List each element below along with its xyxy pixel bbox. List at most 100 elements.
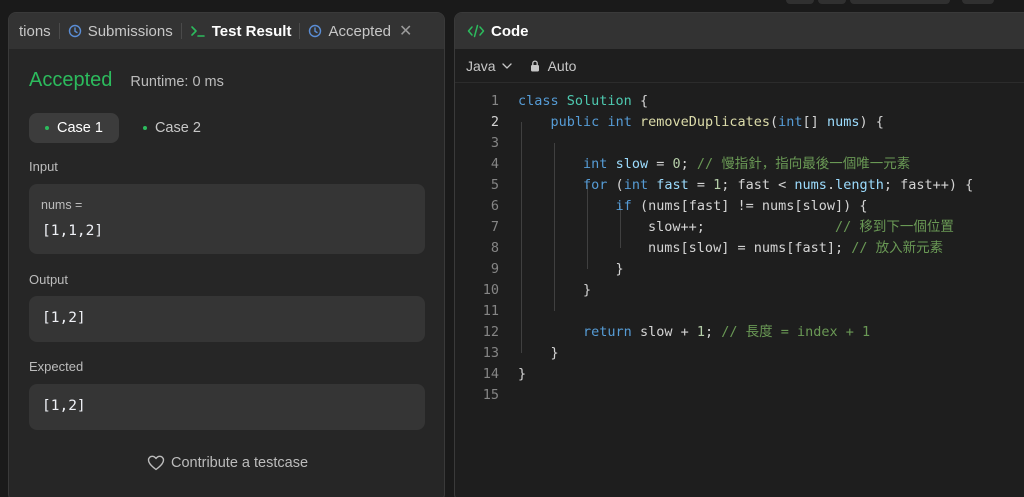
top-toolbar-button[interactable] bbox=[786, 0, 814, 4]
code-token: [] bbox=[802, 114, 827, 130]
code-token: . bbox=[826, 177, 836, 193]
line-number: 11 bbox=[482, 303, 499, 319]
code-token: // 放入新元素 bbox=[851, 240, 944, 256]
case-label: Case 1 bbox=[57, 120, 103, 136]
line-number: 5 bbox=[490, 177, 499, 193]
tab-submissions[interactable]: Submissions bbox=[60, 13, 181, 49]
code-text: } bbox=[518, 259, 624, 280]
code-line[interactable]: 7 slow++; // 移到下一個位置 bbox=[455, 217, 1024, 238]
code-token: nums bbox=[826, 114, 860, 130]
code-token: class bbox=[518, 93, 559, 109]
pass-dot-icon bbox=[45, 126, 49, 130]
code-line[interactable]: 4 int slow = 0; // 慢指針，指向最後一個唯一元素 bbox=[455, 154, 1024, 175]
line-number: 6 bbox=[490, 198, 499, 214]
tab-test-result[interactable]: Test Result bbox=[182, 13, 300, 49]
code-token: ( bbox=[607, 177, 624, 193]
terminal-icon bbox=[190, 24, 206, 38]
line-number: 1 bbox=[490, 93, 499, 109]
input-box: nums = [1,1,2] bbox=[29, 184, 425, 254]
line-number: 7 bbox=[490, 219, 499, 235]
code-token: 1 bbox=[696, 324, 705, 340]
code-token: { bbox=[631, 93, 649, 109]
expected-label: Expected bbox=[29, 359, 84, 374]
code-text: nums[slow] = nums[fast]; // 放入新元素 bbox=[518, 238, 943, 259]
code-line[interactable]: 1 class Solution { bbox=[455, 91, 1024, 112]
code-panel: Code Java Auto 1 class Solution { 2 public… bbox=[454, 12, 1024, 497]
auto-mode-toggle[interactable]: Auto bbox=[530, 57, 577, 74]
code-line[interactable]: 2 public int removeDuplicates(int[] nums… bbox=[455, 112, 1024, 133]
code-line[interactable]: 8 nums[slow] = nums[fast]; // 放入新元素 bbox=[455, 238, 1024, 259]
left-tabbar: tions Submissions Test Result Accepted ✕ bbox=[9, 13, 444, 49]
case-tabs: Case 1 Case 2 bbox=[29, 113, 217, 143]
code-text: int slow = 0; // 慢指針，指向最後一個唯一元素 bbox=[518, 154, 910, 175]
mode-label: Auto bbox=[547, 57, 577, 74]
code-line[interactable]: 15 bbox=[455, 385, 1024, 406]
code-line[interactable]: 11 bbox=[455, 301, 1024, 322]
output-value: [1,2] bbox=[42, 310, 86, 326]
code-line[interactable]: 6 if (nums[fast] != nums[slow]) { bbox=[455, 196, 1024, 217]
code-text: for (int fast = 1; fast < nums.length; f… bbox=[518, 175, 973, 196]
code-token: removeDuplicates bbox=[639, 114, 771, 130]
code-token: for bbox=[583, 177, 608, 193]
language-select[interactable]: Java bbox=[466, 58, 512, 74]
runtime-label: Runtime: 0 ms bbox=[130, 74, 224, 90]
code-token: ( bbox=[770, 114, 779, 130]
close-icon[interactable]: ✕ bbox=[399, 21, 412, 41]
history-icon bbox=[68, 24, 82, 38]
output-label: Output bbox=[29, 272, 69, 287]
code-text: class Solution { bbox=[518, 91, 648, 112]
input-var-name: nums = bbox=[41, 198, 83, 212]
code-token: ; bbox=[680, 156, 697, 172]
top-toolbar-button[interactable] bbox=[818, 0, 846, 4]
tab-label: tions bbox=[19, 22, 51, 40]
lock-icon bbox=[530, 59, 540, 72]
history-icon bbox=[308, 24, 322, 38]
code-token: = bbox=[688, 177, 714, 193]
tab-solutions[interactable]: tions bbox=[9, 13, 59, 49]
code-token: // 移到下一個位置 bbox=[834, 219, 954, 235]
status-title: Accepted bbox=[29, 69, 113, 91]
code-title: Code bbox=[491, 22, 529, 40]
code-token: (nums[fast] != nums[slow]) { bbox=[631, 198, 868, 214]
top-toolbar-button[interactable] bbox=[850, 0, 950, 4]
contribute-testcase-button[interactable]: Contribute a testcase bbox=[9, 455, 444, 471]
code-line[interactable]: 14} bbox=[455, 364, 1024, 385]
language-label: Java bbox=[466, 57, 496, 74]
line-number: 2 bbox=[490, 114, 499, 130]
line-number: 8 bbox=[490, 240, 499, 256]
line-number: 10 bbox=[482, 282, 499, 298]
code-token: int bbox=[607, 114, 632, 130]
code-token: nums bbox=[794, 177, 827, 193]
code-token: slow + bbox=[631, 324, 697, 340]
code-token: slow bbox=[615, 156, 649, 172]
code-token: } bbox=[518, 345, 559, 361]
code-token: public bbox=[550, 114, 600, 130]
line-number: 9 bbox=[490, 261, 499, 277]
test-result-panel: tions Submissions Test Result Accepted ✕… bbox=[8, 12, 445, 497]
code-token: } bbox=[518, 366, 527, 382]
code-text: if (nums[fast] != nums[slow]) { bbox=[518, 196, 868, 217]
tab-accepted[interactable]: Accepted ✕ bbox=[300, 13, 420, 49]
code-line[interactable]: 12 return slow + 1; // 長度 = index + 1 bbox=[455, 322, 1024, 343]
chevron-down-icon bbox=[501, 62, 512, 69]
code-text: } bbox=[518, 364, 526, 385]
case-1-button[interactable]: Case 1 bbox=[29, 113, 119, 143]
code-line[interactable]: 3 bbox=[455, 133, 1024, 154]
line-number: 14 bbox=[482, 366, 499, 382]
code-token: ; fast++) { bbox=[883, 177, 974, 193]
code-line[interactable]: 13 } bbox=[455, 343, 1024, 364]
code-line[interactable]: 10 } bbox=[455, 280, 1024, 301]
code-line[interactable]: 9 } bbox=[455, 259, 1024, 280]
top-strip bbox=[0, 0, 1024, 12]
code-token: if bbox=[615, 198, 632, 214]
case-2-button[interactable]: Case 2 bbox=[127, 113, 217, 143]
code-text: return slow + 1; // 長度 = index + 1 bbox=[518, 322, 870, 343]
top-toolbar-button[interactable] bbox=[962, 0, 994, 4]
heart-icon bbox=[147, 455, 165, 471]
code-text: slow++; // 移到下一個位置 bbox=[518, 217, 954, 238]
result-status-row: Accepted Runtime: 0 ms bbox=[29, 69, 224, 92]
code-line[interactable]: 5 for (int fast = 1; fast < nums.length;… bbox=[455, 175, 1024, 196]
input-label: Input bbox=[29, 159, 58, 174]
